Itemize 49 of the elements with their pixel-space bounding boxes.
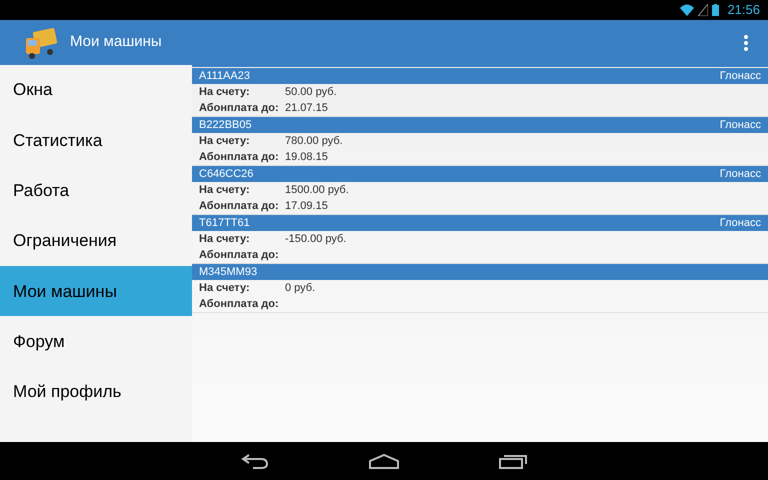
recent-apps-icon[interactable] <box>499 453 527 469</box>
signal-icon <box>698 4 708 16</box>
field-label: На счету: <box>199 84 251 100</box>
truck-icon <box>24 26 58 60</box>
sidebar-item[interactable]: Статистика <box>0 115 192 166</box>
date-value: 19.08.15 <box>285 150 328 165</box>
battery-icon <box>712 4 720 16</box>
car-header[interactable]: M345MM93 <box>192 264 768 280</box>
date-value: 21.07.15 <box>285 100 328 116</box>
balance-value: 0 руб. <box>285 280 316 296</box>
tracking-system: Глонасс <box>720 118 761 133</box>
tracking-system: Глонасс <box>720 216 761 231</box>
wifi-icon <box>680 4 694 16</box>
car-plate: T617TT61 <box>199 216 250 231</box>
field-label: На счету: <box>199 182 251 198</box>
field-label: На счету: <box>199 232 251 247</box>
sidebar-item[interactable]: Мои машины <box>0 266 192 316</box>
tracking-system: Глонасс <box>720 166 761 182</box>
balance-value: -150.00 руб. <box>285 232 346 247</box>
car-header[interactable]: B222BB05 Глонасс <box>192 117 768 133</box>
sidebar-item[interactable]: Форум <box>0 316 192 367</box>
field-label: На счету: <box>199 134 251 149</box>
field-label: Абонплата до: <box>199 198 280 214</box>
car-plate: C646CC26 <box>199 166 254 182</box>
sidebar-item[interactable]: Окна <box>0 65 192 116</box>
home-icon[interactable] <box>369 453 399 469</box>
field-label: Абонплата до: <box>199 100 280 116</box>
overflow-menu-icon[interactable] <box>744 34 748 50</box>
date-value: 17.09.15 <box>285 198 328 214</box>
balance-value: 1500.00 руб. <box>285 182 349 198</box>
car-header[interactable]: C646CC26 Глонасс <box>192 166 768 182</box>
sidebar-item[interactable]: Ограничения <box>0 216 192 266</box>
app-title: Мои машины <box>70 32 162 52</box>
car-plate: M345MM93 <box>199 264 258 280</box>
car-header[interactable]: A111AA23 Глонасс <box>192 68 768 84</box>
field-label: Абонплата до: <box>199 150 280 165</box>
field-label: Абонплата до: <box>199 296 280 312</box>
balance-value: 780.00 руб. <box>285 134 343 149</box>
car-plate: B222BB05 <box>199 118 252 133</box>
field-label: Абонплата до: <box>199 248 280 263</box>
sidebar-item[interactable]: Работа <box>0 166 192 216</box>
car-plate: A111AA23 <box>199 68 250 84</box>
balance-value: 50.00 руб. <box>285 84 337 100</box>
back-icon[interactable] <box>241 453 269 469</box>
clock-time: 21:56 <box>727 1 760 20</box>
field-label: На счету: <box>199 280 251 296</box>
sidebar-item[interactable]: Мой профиль <box>0 366 192 418</box>
car-header[interactable]: T617TT61 Глонасс <box>192 215 768 231</box>
tracking-system: Глонасс <box>720 68 761 84</box>
